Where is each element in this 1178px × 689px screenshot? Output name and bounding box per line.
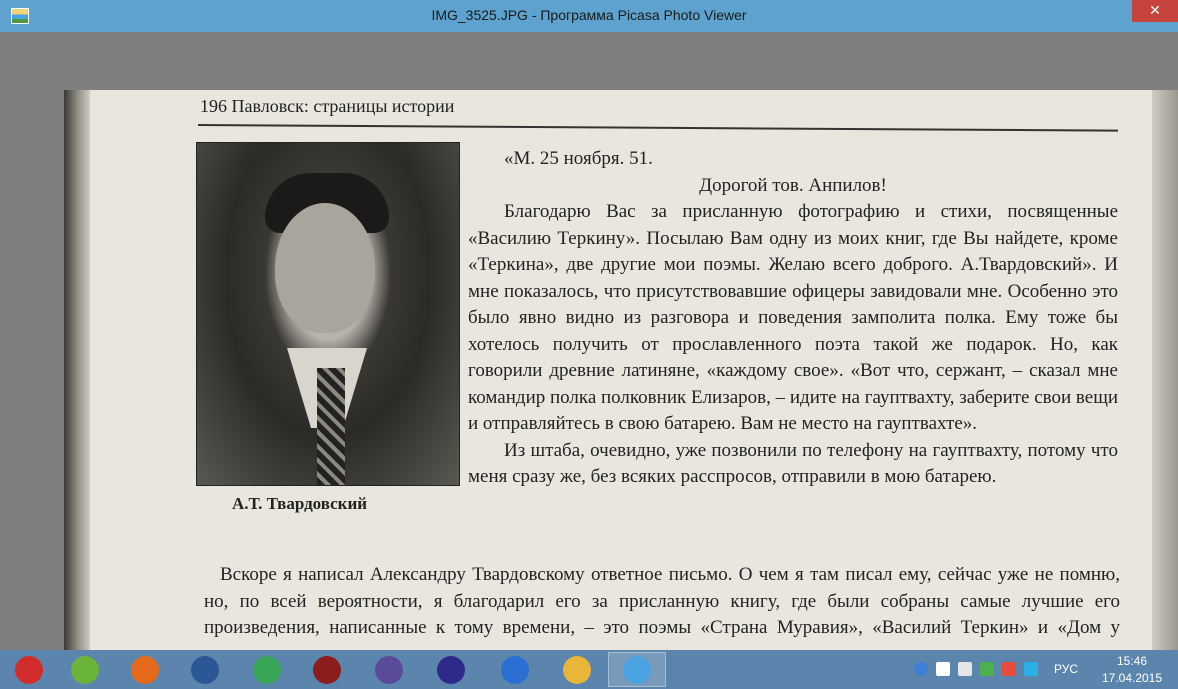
page-header: 196 Павловск: страницы истории [200,96,455,116]
phone-icon[interactable] [936,662,950,676]
taskbar-button-word[interactable] [176,652,234,687]
unreal-icon [437,655,465,684]
clock-date[interactable]: 17.04.2015 [1096,671,1168,685]
header-rule [197,124,1118,132]
system-tray: РУС 15:46 17.04.2015 [908,650,1178,689]
letter-greeting: Дорогой тов. Анпилов! [699,174,887,196]
narrative-paragraph: Из штаба, очевидно, уже позвонили по тел… [468,439,1118,488]
close-button[interactable]: ✕ [1132,0,1178,22]
start-logo-icon [15,655,43,684]
crescent-app-icon [501,655,529,684]
letter-body: Благодарю Вас за присланную фотографию и… [468,201,1119,434]
file-explorer-icon [563,655,591,684]
book-edge [64,90,90,650]
portrait-face [275,203,375,333]
taskbar-button-unreal[interactable] [422,652,480,687]
flag-icon[interactable] [1002,662,1016,676]
chrome-icon [253,655,281,684]
portrait-tie [317,368,345,485]
window-title: IMG_3525.JPG - Программа Picasa Photo Vi… [431,7,747,23]
picasa-viewer-icon [623,655,651,684]
taskbar-button-file-explorer[interactable] [548,652,606,687]
security-icon[interactable] [980,662,994,676]
taskbar: РУС 15:46 17.04.2015 [0,650,1178,689]
letter-text: «М. 25 ноября. 51. Дорогой тов. Анпилов!… [468,146,1118,491]
portrait-photo [196,142,460,486]
bottom-paragraph: Вскоре я написал Александру Твардовскому… [204,564,1120,650]
update-icon[interactable] [914,662,928,676]
utorrent-icon [71,655,99,684]
taskbar-button-firefox[interactable] [116,652,174,687]
taskbar-button-crescent-app[interactable] [486,652,544,687]
taskbar-button-picasa-viewer[interactable] [608,652,666,687]
title-bar: IMG_3525.JPG - Программа Picasa Photo Vi… [0,0,1178,32]
letter-date: «М. 25 ноября. 51. [504,148,653,169]
taskbar-button-game[interactable] [298,652,356,687]
word-icon [191,655,219,684]
shield-game-icon [375,655,403,684]
game-icon [313,655,341,684]
firefox-icon [131,655,159,684]
portrait-caption: А.Т. Твардовский [232,494,368,513]
clock-time[interactable]: 15:46 [1096,654,1168,668]
taskbar-button-chrome[interactable] [238,652,296,687]
taskbar-button-start-logo[interactable] [0,652,58,687]
language-indicator[interactable]: РУС [1054,662,1078,676]
taskbar-button-shield-game[interactable] [360,652,418,687]
page-edge-right [1152,90,1178,650]
photo-viewer-area: 196 Павловск: страницы истории А.Т. Твар… [0,32,1178,650]
photo-image: 196 Павловск: страницы истории А.Т. Твар… [64,90,1178,650]
volume-icon[interactable] [958,662,972,676]
taskbar-button-utorrent[interactable] [56,652,114,687]
network-icon[interactable] [1024,662,1038,676]
